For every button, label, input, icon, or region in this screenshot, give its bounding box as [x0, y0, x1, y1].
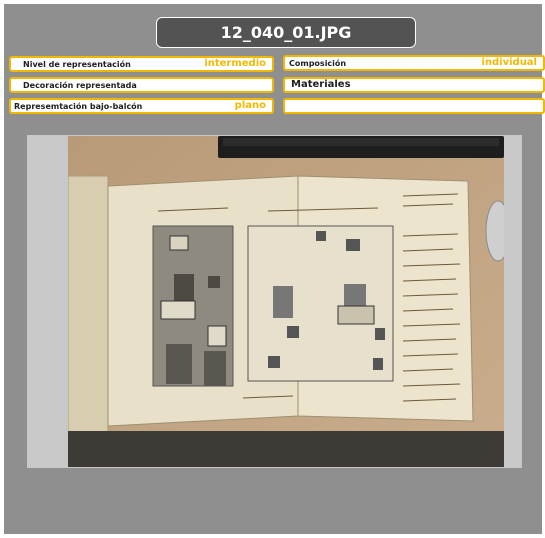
bajo-balcon-value: plano — [234, 100, 266, 111]
photo-frame — [27, 135, 522, 468]
image-filename: 12_040_01.JPG — [220, 23, 352, 42]
bajo-balcon-label: Represemtación bajo-balcón — [14, 102, 143, 111]
document-photo[interactable] — [68, 136, 504, 467]
composicion-value: individual — [481, 57, 537, 68]
nivel-value: intermedio — [204, 58, 266, 69]
field-bajo-balcon[interactable]: Represemtación bajo-balcón plano — [9, 98, 274, 114]
image-title: 12_040_01.JPG — [156, 17, 416, 48]
composicion-label: Composición — [289, 59, 347, 68]
decoracion-label: Decoración representada — [23, 81, 137, 90]
field-composicion[interactable]: Composición individual — [283, 55, 545, 71]
materiales-label: Materiales — [291, 79, 351, 90]
viewer-panel: 12_040_01.JPG Nivel de representación in… — [4, 4, 545, 534]
facade-plan-image — [68, 136, 504, 467]
field-materiales[interactable]: Materiales — [283, 77, 545, 93]
field-nivel-representacion[interactable]: Nivel de representación intermedio — [9, 56, 274, 72]
field-decoracion[interactable]: Decoración representada — [9, 77, 274, 93]
nivel-label: Nivel de representación — [23, 60, 131, 69]
field-empty[interactable] — [283, 98, 545, 114]
